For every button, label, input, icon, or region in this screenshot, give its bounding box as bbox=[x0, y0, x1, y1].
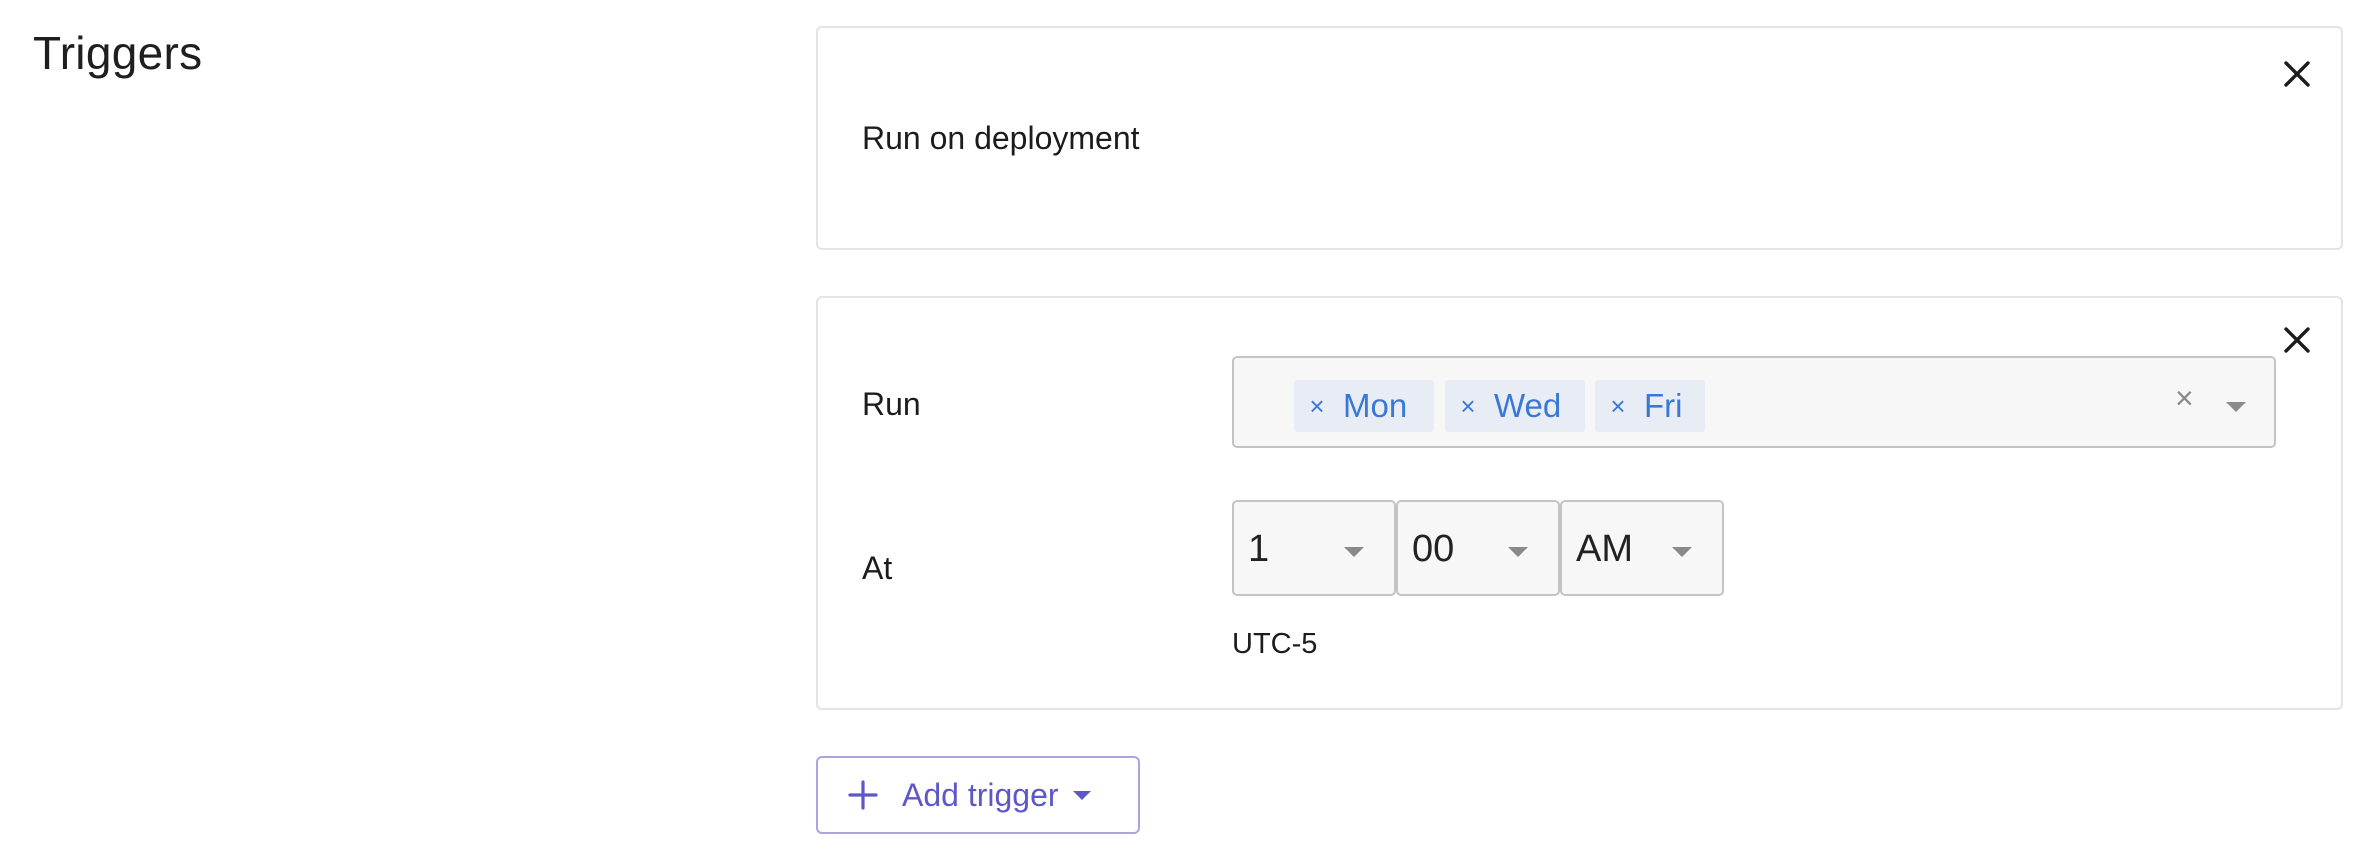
day-chip-mon[interactable]: × Mon bbox=[1294, 380, 1434, 432]
chevron-down-icon bbox=[1508, 547, 1528, 557]
trigger-card-deployment: Run on deployment bbox=[816, 26, 2343, 250]
at-time-label: At bbox=[862, 550, 893, 586]
chip-label: Mon bbox=[1343, 387, 1408, 424]
minute-value: 00 bbox=[1412, 528, 1455, 570]
remove-trigger-button[interactable] bbox=[2277, 320, 2317, 360]
minute-select[interactable]: 00 bbox=[1396, 500, 1560, 596]
chip-remove-icon[interactable]: × bbox=[1457, 391, 1479, 422]
remove-trigger-button[interactable] bbox=[2277, 54, 2317, 94]
days-multiselect[interactable]: × Mon × Wed × Fri × bbox=[1232, 356, 2276, 448]
triggers-page: Triggers Run on deployment Run × Mon × W… bbox=[0, 0, 2374, 860]
close-icon bbox=[2284, 61, 2310, 87]
run-days-label: Run bbox=[862, 386, 921, 422]
ampm-select[interactable]: AM bbox=[1560, 500, 1724, 596]
chevron-down-icon[interactable] bbox=[2226, 402, 2246, 412]
day-chip-fri[interactable]: × Fri bbox=[1595, 380, 1705, 432]
chevron-down-icon bbox=[1072, 790, 1091, 800]
chip-remove-icon[interactable]: × bbox=[1306, 391, 1328, 422]
add-trigger-label: Add trigger bbox=[902, 776, 1059, 813]
clear-all-icon[interactable]: × bbox=[2175, 380, 2194, 417]
hour-value: 1 bbox=[1248, 528, 1270, 570]
add-trigger-button[interactable]: Add trigger bbox=[816, 756, 1140, 834]
chip-remove-icon[interactable]: × bbox=[1607, 391, 1629, 422]
day-chip-wed[interactable]: × Wed bbox=[1445, 380, 1585, 432]
deployment-trigger-label: Run on deployment bbox=[862, 120, 1140, 156]
plus-icon bbox=[848, 780, 878, 810]
chip-label: Fri bbox=[1644, 387, 1683, 424]
chip-label: Wed bbox=[1494, 387, 1562, 424]
section-title: Triggers bbox=[33, 27, 203, 79]
trigger-card-schedule: Run × Mon × Wed × Fri × At 1 00 AM UTC-5 bbox=[816, 296, 2343, 710]
hour-select[interactable]: 1 bbox=[1232, 500, 1396, 596]
chevron-down-icon bbox=[1672, 547, 1692, 557]
close-icon bbox=[2284, 327, 2310, 353]
chevron-down-icon bbox=[1344, 547, 1364, 557]
ampm-value: AM bbox=[1576, 528, 1633, 570]
timezone-label: UTC-5 bbox=[1232, 628, 1318, 660]
